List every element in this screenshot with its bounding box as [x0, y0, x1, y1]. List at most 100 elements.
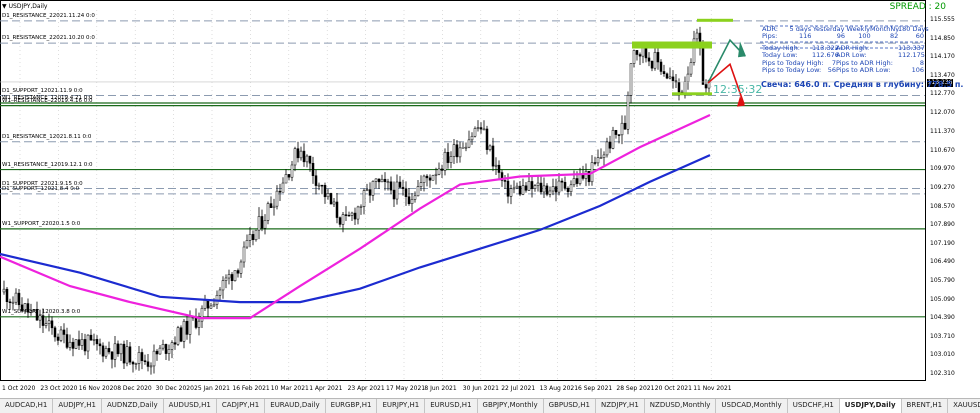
zone-box — [672, 92, 712, 96]
candle-body — [398, 181, 402, 188]
candle-body — [65, 334, 69, 348]
candle-body — [515, 185, 519, 189]
level-label: D1_SUPPORT_12021.11.9 0:0 — [2, 87, 83, 94]
chart-tab[interactable]: EURGBP,H1 — [326, 399, 378, 413]
candle-body — [335, 201, 339, 218]
candle-body — [629, 63, 633, 96]
candle-body — [575, 178, 579, 184]
candle-body — [341, 214, 345, 225]
chart-tab[interactable]: USDCAD,Monthly — [716, 399, 788, 413]
chart-area[interactable]: ▼ USDJPY,Daily SPREAD : 20 D1_RESISTANCE_… — [0, 0, 980, 398]
chart-tab[interactable]: BRENT,H1 — [902, 399, 949, 413]
candle-body — [53, 327, 57, 338]
chart-tab[interactable]: EURJPY,H1 — [377, 399, 426, 413]
candle-body — [623, 122, 627, 130]
candle-body — [209, 305, 213, 309]
candle-body — [98, 343, 102, 347]
price-axis-tick: 105.790 — [930, 276, 955, 284]
date-axis-tick: 8 Dec 2020 — [117, 385, 152, 392]
chart-tab[interactable]: EURUSD,H1 — [425, 399, 478, 413]
candle-body — [596, 157, 600, 164]
candle-body — [224, 277, 228, 281]
candle-body — [50, 320, 54, 329]
candle-body — [74, 339, 78, 349]
candle-body — [275, 190, 279, 207]
candle-body — [488, 145, 492, 150]
candle-body — [308, 155, 312, 164]
chart-tab[interactable]: AUDNZD,Daily — [102, 399, 164, 413]
candle-body — [620, 122, 624, 136]
candle-body — [530, 181, 534, 189]
candle-body — [164, 344, 168, 354]
candle-body — [461, 147, 465, 149]
chart-tab[interactable]: AUDUSD,H1 — [164, 399, 217, 413]
dropdown-icon: ▼ — [2, 3, 7, 10]
symbol-label: USDJPY,Daily — [8, 3, 48, 10]
candle-body — [104, 348, 108, 357]
candle-body — [212, 303, 216, 307]
candle-body — [119, 343, 123, 355]
price-axis-tick: 114.170 — [930, 53, 955, 61]
candle-body — [218, 289, 222, 296]
chart-tab[interactable]: CADJPY,H1 — [217, 399, 266, 413]
candle-body — [614, 129, 618, 135]
candle-body — [260, 216, 264, 229]
chart-tab[interactable]: USDCHF,H1 — [788, 399, 840, 413]
candle-body — [443, 151, 447, 171]
bar-timer: 12:35:32 — [713, 83, 763, 96]
chart-tab[interactable]: EURAUD,Daily — [265, 399, 326, 413]
date-axis-tick: 11 Nov 2021 — [693, 385, 732, 392]
chart-tab[interactable]: AUDJPY,H1 — [53, 399, 102, 413]
chart-tab[interactable]: NZDJPY,H1 — [596, 399, 645, 413]
candle-body — [548, 190, 552, 195]
candle-body — [419, 182, 423, 187]
adr-pips-cell: 60 — [915, 32, 924, 41]
date-axis-tick: 23 Apr 2021 — [347, 385, 385, 392]
candle-body — [512, 187, 516, 190]
candle-body — [251, 234, 255, 241]
price-axis-tick: 109.970 — [930, 165, 955, 173]
candle-body — [683, 81, 687, 94]
date-axis-tick: 16 Feb 2021 — [232, 385, 270, 392]
candle-body — [551, 186, 555, 192]
candle-body — [374, 178, 378, 182]
adr-pips-row: Pips: 116 96 100 82 60 — [762, 32, 924, 41]
date-axis-tick: 30 Jun 2021 — [462, 385, 499, 392]
candle-body — [401, 187, 405, 189]
date-axis-tick: 6 Sep 2021 — [578, 385, 613, 392]
chart-tab[interactable]: USDJPY,Daily — [839, 399, 902, 413]
candle-body — [491, 145, 495, 167]
candle-body — [332, 201, 336, 205]
candle-body — [650, 60, 654, 69]
candle-body — [464, 146, 468, 149]
arrow-up-icon — [738, 41, 746, 58]
chart-tab[interactable]: GBPUSD,H1 — [544, 399, 596, 413]
candle-body — [416, 186, 420, 197]
chart-tab[interactable]: GBPJPY,Monthly — [478, 399, 544, 413]
candle-body — [566, 187, 570, 192]
candle-body — [695, 32, 699, 40]
candle-body — [128, 346, 132, 363]
candle-body — [554, 186, 558, 193]
candle-body — [41, 315, 45, 326]
candle-body — [482, 128, 486, 131]
date-axis-tick: 22 Jul 2021 — [501, 385, 536, 392]
price-axis-tick: 104.390 — [930, 314, 955, 322]
candle-body — [497, 164, 501, 173]
candle-body — [233, 270, 237, 281]
candle-body — [203, 299, 207, 309]
date-axis-tick: 8 Jun 2021 — [424, 385, 457, 392]
candle-body — [125, 346, 129, 364]
candle-body — [62, 329, 66, 335]
chart-tab[interactable]: XAUUSD,H1 — [948, 399, 980, 413]
level-label: D1_RESISTANCE_22021.11.24 0:0 — [2, 12, 95, 19]
chart-tab[interactable]: AUDCAD,H1 — [0, 399, 54, 413]
candle-body — [281, 182, 285, 193]
chart-tab[interactable]: NZDUSD,Monthly — [645, 399, 717, 413]
candle-body — [350, 212, 354, 216]
candle-body — [440, 168, 444, 171]
candle-body — [95, 339, 99, 345]
candle-body — [434, 173, 438, 176]
date-axis-tick: 20 Oct 2021 — [654, 385, 692, 392]
date-axis-tick: 23 Oct 2020 — [40, 385, 78, 392]
